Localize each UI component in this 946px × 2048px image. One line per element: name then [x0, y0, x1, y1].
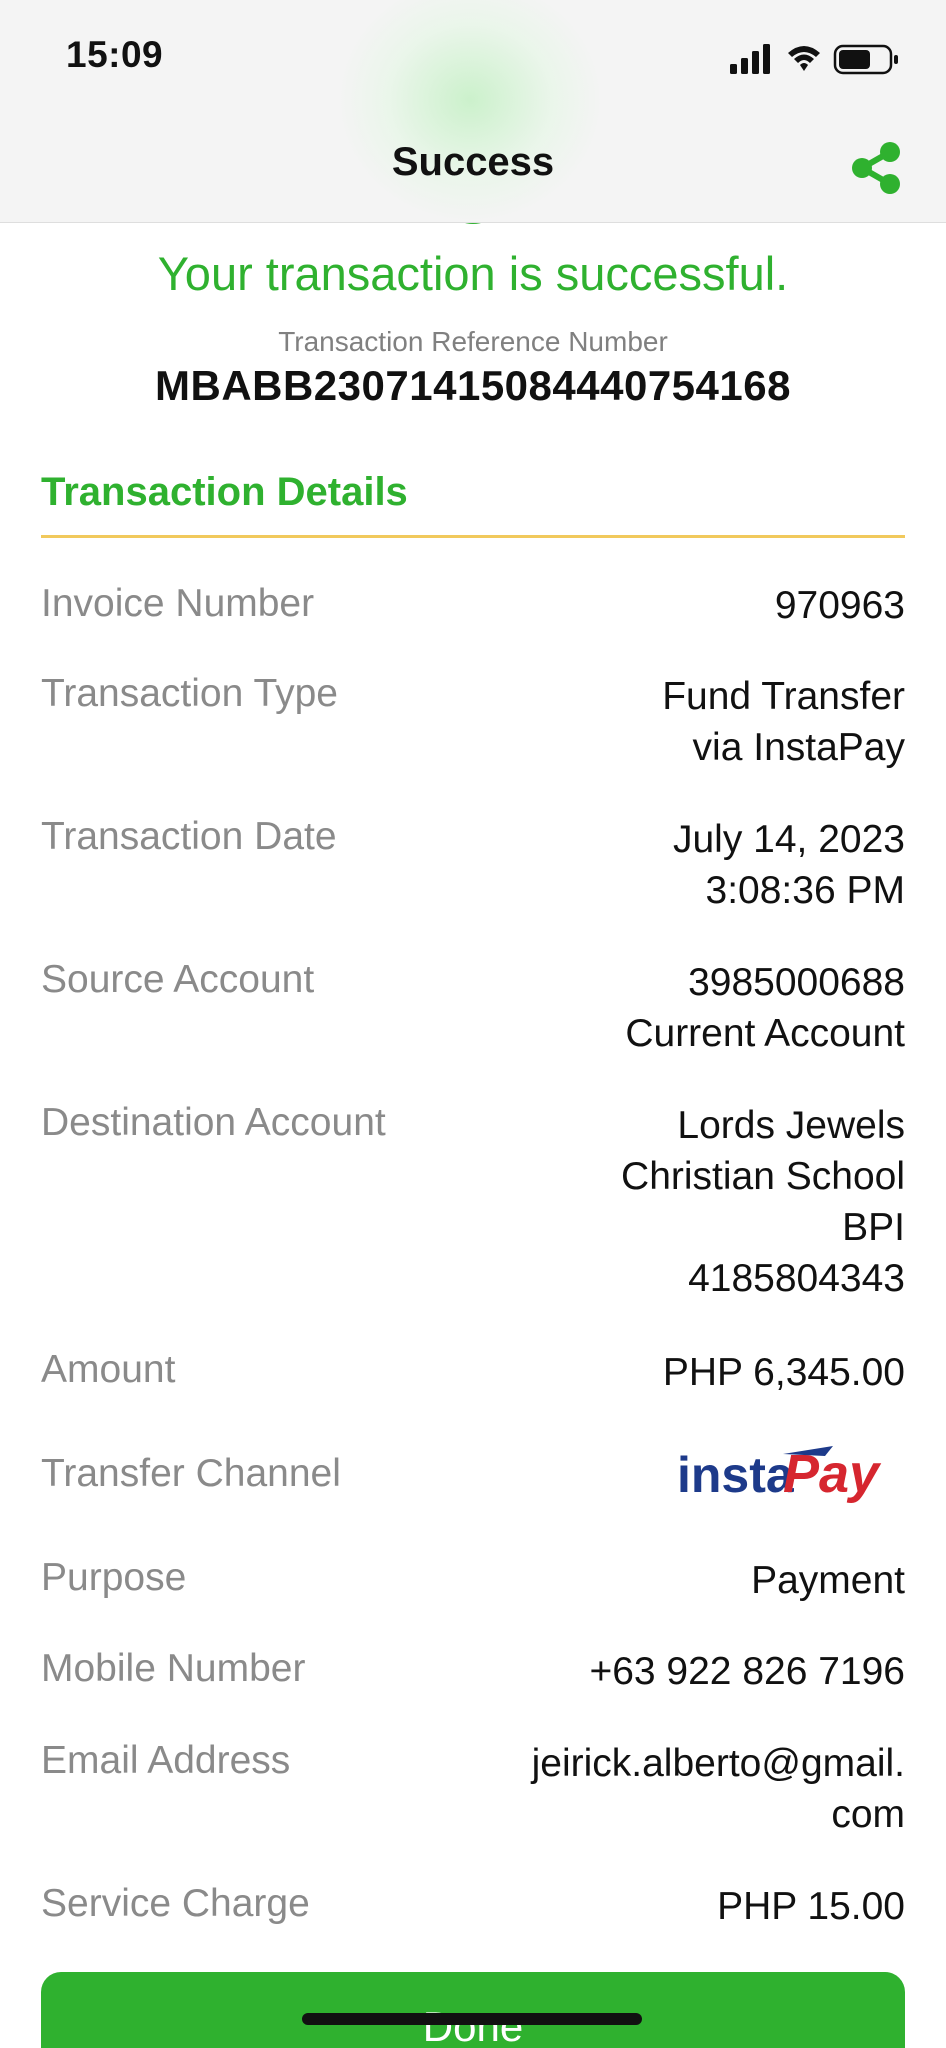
service-charge-value: PHP 15.00	[405, 1881, 905, 1932]
invoice-number-label: Invoice Number	[41, 582, 315, 625]
section-divider	[41, 535, 905, 538]
email-address-line1: jeirick.alberto@gmail.	[531, 1742, 905, 1785]
amount-value: PHP 6,345.00	[405, 1347, 905, 1398]
invoice-number-text: 970963	[774, 584, 905, 627]
amount-text: PHP 6,345.00	[662, 1351, 905, 1394]
done-button[interactable]: Done	[41, 1972, 905, 2048]
email-address-value: jeirick.alberto@gmail. com	[405, 1738, 905, 1840]
purpose-text: Payment	[751, 1559, 905, 1602]
transaction-type-label: Transaction Type	[41, 672, 338, 715]
cellular-signal-icon	[730, 44, 770, 74]
share-icon[interactable]	[848, 140, 904, 196]
transaction-date-line1: July 14, 2023	[672, 818, 905, 861]
destination-account-value: Lords Jewels Christian School BPI 418580…	[405, 1100, 905, 1304]
destination-account-label: Destination Account	[41, 1101, 386, 1144]
source-account-label: Source Account	[41, 958, 315, 1001]
mobile-number-value: +63 922 826 7196	[405, 1646, 905, 1697]
service-charge-text: PHP 15.00	[717, 1885, 905, 1928]
invoice-number-value: 970963	[405, 580, 905, 631]
purpose-value: Payment	[405, 1555, 905, 1606]
reference-number: MBABB230714150844407541​68	[155, 362, 791, 409]
instapay-logo: insta Pay	[677, 1444, 882, 1504]
transaction-type-value: Fund Transfer via InstaPay	[405, 671, 905, 773]
destination-name-line1: Lords Jewels	[677, 1104, 905, 1147]
transaction-date-label: Transaction Date	[41, 815, 337, 858]
purpose-label: Purpose	[41, 1556, 187, 1599]
source-account-number: 3985000688	[688, 961, 905, 1004]
done-button-label: Done	[422, 2003, 524, 2048]
transaction-date-line2: 3:08:36 PM	[705, 869, 905, 912]
header-bar: 15:09 Success	[0, 0, 946, 223]
header-glow	[340, 0, 600, 220]
email-address-label: Email Address	[41, 1739, 291, 1782]
mobile-number-text: +63 922 826 7196	[589, 1650, 905, 1693]
wifi-icon	[788, 46, 820, 71]
mobile-number-label: Mobile Number	[41, 1647, 306, 1690]
success-message: Your transaction is successful.	[157, 247, 789, 300]
destination-bank: BPI	[842, 1206, 905, 1249]
reference-label: Transaction Reference Number	[278, 326, 668, 357]
source-account-value: 3985000688 Current Account	[405, 957, 905, 1059]
battery-icon	[833, 44, 898, 75]
service-charge-label: Service Charge	[41, 1882, 310, 1925]
instapay-logo-insta: insta	[677, 1447, 795, 1503]
success-screen: 15:09 Success Your transaction is succes…	[0, 0, 946, 2048]
section-title: Transaction Details	[41, 470, 408, 514]
transaction-date-value: July 14, 2023 3:08:36 PM	[405, 814, 905, 916]
status-time: 15:09	[66, 34, 164, 75]
destination-name-line2: Christian School	[621, 1155, 905, 1198]
transfer-channel-label: Transfer Channel	[41, 1452, 341, 1495]
source-account-type: Current Account	[625, 1012, 905, 1055]
transaction-type-line2: via InstaPay	[692, 726, 905, 769]
amount-label: Amount	[41, 1348, 176, 1391]
status-icons	[730, 44, 898, 75]
transaction-type-line1: Fund Transfer	[662, 675, 905, 718]
destination-account-number: 4185804343	[688, 1257, 905, 1300]
page-title: Success	[391, 140, 555, 184]
email-address-line2: com	[831, 1793, 905, 1836]
home-indicator[interactable]	[302, 2013, 642, 2025]
